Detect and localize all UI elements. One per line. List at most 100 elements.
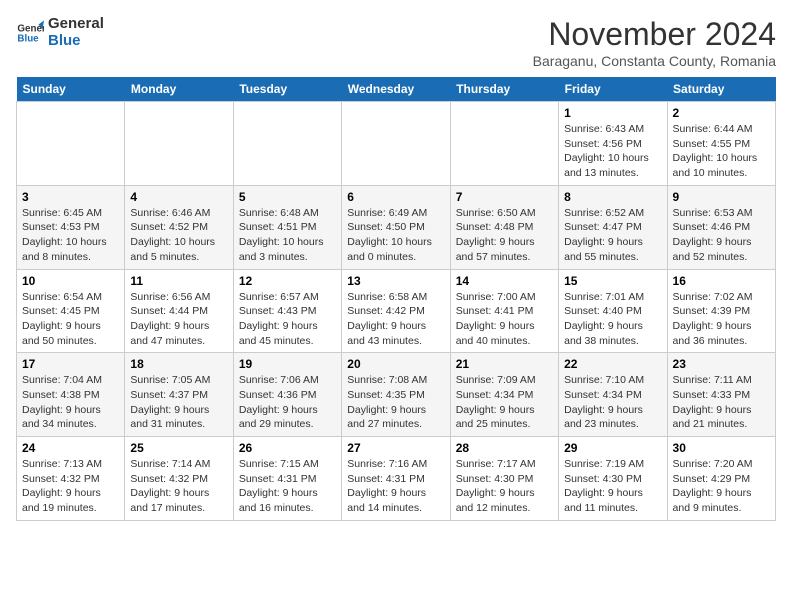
day-number: 22 — [564, 357, 661, 371]
day-number: 27 — [347, 441, 444, 455]
day-info: Sunrise: 7:04 AM Sunset: 4:38 PM Dayligh… — [22, 373, 119, 432]
week-row-2: 3 Sunrise: 6:45 AM Sunset: 4:53 PM Daylig… — [17, 185, 776, 269]
day-cell — [17, 102, 125, 186]
day-cell: 16Sunrise: 7:02 AM Sunset: 4:39 PM Dayli… — [667, 269, 775, 353]
day-cell: 7 Sunrise: 6:50 AM Sunset: 4:48 PM Daylig… — [450, 185, 558, 269]
day-info: Sunrise: 7:16 AM Sunset: 4:31 PM Dayligh… — [347, 457, 444, 516]
day-number: 6 — [347, 190, 444, 204]
day-number: 7 — [456, 190, 553, 204]
col-header-thursday: Thursday — [450, 77, 558, 102]
day-cell: 4 Sunrise: 6:46 AM Sunset: 4:52 PM Daylig… — [125, 185, 233, 269]
logo-line1: General — [48, 16, 104, 33]
week-row-5: 24Sunrise: 7:13 AM Sunset: 4:32 PM Dayli… — [17, 437, 776, 521]
day-info: Sunrise: 6:49 AM Sunset: 4:50 PM Dayligh… — [347, 206, 444, 265]
day-info: Sunrise: 7:02 AM Sunset: 4:39 PM Dayligh… — [673, 290, 770, 349]
day-info: Sunrise: 6:52 AM Sunset: 4:47 PM Dayligh… — [564, 206, 661, 265]
day-cell: 23 Sunrise: 7:11 AM Sunset: 4:33 PM Dayli… — [667, 353, 775, 437]
day-info: Sunrise: 6:56 AM Sunset: 4:44 PM Dayligh… — [130, 290, 227, 349]
col-header-sunday: Sunday — [17, 77, 125, 102]
title-block: November 2024 Baraganu, Constanta County… — [533, 16, 776, 69]
col-header-saturday: Saturday — [667, 77, 775, 102]
day-info: Sunrise: 7:17 AM Sunset: 4:30 PM Dayligh… — [456, 457, 553, 516]
day-number: 23 — [673, 357, 770, 371]
day-number: 11 — [130, 274, 227, 288]
col-header-monday: Monday — [125, 77, 233, 102]
day-info: Sunrise: 6:45 AM Sunset: 4:53 PM Dayligh… — [22, 206, 119, 265]
day-number: 18 — [130, 357, 227, 371]
day-cell: 14Sunrise: 7:00 AM Sunset: 4:41 PM Dayli… — [450, 269, 558, 353]
day-number: 24 — [22, 441, 119, 455]
day-cell: 19 Sunrise: 7:06 AM Sunset: 4:36 PM Dayli… — [233, 353, 341, 437]
day-number: 30 — [673, 441, 770, 455]
day-cell: 30 Sunrise: 7:20 AM Sunset: 4:29 PM Dayli… — [667, 437, 775, 521]
day-cell: 21 Sunrise: 7:09 AM Sunset: 4:34 PM Dayli… — [450, 353, 558, 437]
day-cell: 24Sunrise: 7:13 AM Sunset: 4:32 PM Dayli… — [17, 437, 125, 521]
day-info: Sunrise: 7:08 AM Sunset: 4:35 PM Dayligh… — [347, 373, 444, 432]
day-info: Sunrise: 7:00 AM Sunset: 4:41 PM Dayligh… — [456, 290, 553, 349]
day-info: Sunrise: 6:50 AM Sunset: 4:48 PM Dayligh… — [456, 206, 553, 265]
day-info: Sunrise: 6:53 AM Sunset: 4:46 PM Dayligh… — [673, 206, 770, 265]
day-number: 15 — [564, 274, 661, 288]
svg-text:Blue: Blue — [17, 33, 39, 44]
day-info: Sunrise: 7:20 AM Sunset: 4:29 PM Dayligh… — [673, 457, 770, 516]
day-info: Sunrise: 7:09 AM Sunset: 4:34 PM Dayligh… — [456, 373, 553, 432]
day-info: Sunrise: 7:06 AM Sunset: 4:36 PM Dayligh… — [239, 373, 336, 432]
day-cell: 11 Sunrise: 6:56 AM Sunset: 4:44 PM Dayli… — [125, 269, 233, 353]
day-cell — [342, 102, 450, 186]
day-info: Sunrise: 7:10 AM Sunset: 4:34 PM Dayligh… — [564, 373, 661, 432]
day-cell — [233, 102, 341, 186]
day-info: Sunrise: 7:05 AM Sunset: 4:37 PM Dayligh… — [130, 373, 227, 432]
day-cell: 26 Sunrise: 7:15 AM Sunset: 4:31 PM Dayli… — [233, 437, 341, 521]
day-cell: 28 Sunrise: 7:17 AM Sunset: 4:30 PM Dayli… — [450, 437, 558, 521]
day-info: Sunrise: 6:58 AM Sunset: 4:42 PM Dayligh… — [347, 290, 444, 349]
day-number: 19 — [239, 357, 336, 371]
day-number: 10 — [22, 274, 119, 288]
day-cell: 29Sunrise: 7:19 AM Sunset: 4:30 PM Dayli… — [559, 437, 667, 521]
day-number: 8 — [564, 190, 661, 204]
day-cell: 9 Sunrise: 6:53 AM Sunset: 4:46 PM Daylig… — [667, 185, 775, 269]
day-number: 9 — [673, 190, 770, 204]
logo: General Blue General Blue — [16, 16, 104, 49]
day-cell: 6 Sunrise: 6:49 AM Sunset: 4:50 PM Daylig… — [342, 185, 450, 269]
page-header: General Blue General Blue November 2024 … — [16, 16, 776, 69]
calendar-table: SundayMondayTuesdayWednesdayThursdayFrid… — [16, 77, 776, 521]
location: Baraganu, Constanta County, Romania — [533, 53, 776, 69]
day-cell: 15 Sunrise: 7:01 AM Sunset: 4:40 PM Dayli… — [559, 269, 667, 353]
day-number: 26 — [239, 441, 336, 455]
day-cell: 25Sunrise: 7:14 AM Sunset: 4:32 PM Dayli… — [125, 437, 233, 521]
week-row-3: 10 Sunrise: 6:54 AM Sunset: 4:45 PM Dayli… — [17, 269, 776, 353]
day-cell: 10 Sunrise: 6:54 AM Sunset: 4:45 PM Dayli… — [17, 269, 125, 353]
col-header-tuesday: Tuesday — [233, 77, 341, 102]
day-number: 28 — [456, 441, 553, 455]
day-info: Sunrise: 7:11 AM Sunset: 4:33 PM Dayligh… — [673, 373, 770, 432]
day-number: 2 — [673, 106, 770, 120]
day-number: 4 — [130, 190, 227, 204]
day-cell — [125, 102, 233, 186]
day-cell: 12Sunrise: 6:57 AM Sunset: 4:43 PM Dayli… — [233, 269, 341, 353]
col-header-friday: Friday — [559, 77, 667, 102]
day-number: 17 — [22, 357, 119, 371]
day-number: 3 — [22, 190, 119, 204]
day-cell: 1Sunrise: 6:43 AM Sunset: 4:56 PM Daylig… — [559, 102, 667, 186]
day-cell: 17 Sunrise: 7:04 AM Sunset: 4:38 PM Dayli… — [17, 353, 125, 437]
header-row: SundayMondayTuesdayWednesdayThursdayFrid… — [17, 77, 776, 102]
day-cell — [450, 102, 558, 186]
logo-line2: Blue — [48, 33, 104, 50]
day-info: Sunrise: 6:57 AM Sunset: 4:43 PM Dayligh… — [239, 290, 336, 349]
day-number: 5 — [239, 190, 336, 204]
day-info: Sunrise: 7:19 AM Sunset: 4:30 PM Dayligh… — [564, 457, 661, 516]
day-info: Sunrise: 7:01 AM Sunset: 4:40 PM Dayligh… — [564, 290, 661, 349]
day-info: Sunrise: 7:15 AM Sunset: 4:31 PM Dayligh… — [239, 457, 336, 516]
day-cell: 13Sunrise: 6:58 AM Sunset: 4:42 PM Dayli… — [342, 269, 450, 353]
day-number: 20 — [347, 357, 444, 371]
day-info: Sunrise: 6:46 AM Sunset: 4:52 PM Dayligh… — [130, 206, 227, 265]
day-info: Sunrise: 6:54 AM Sunset: 4:45 PM Dayligh… — [22, 290, 119, 349]
day-cell: 2Sunrise: 6:44 AM Sunset: 4:55 PM Daylig… — [667, 102, 775, 186]
day-number: 21 — [456, 357, 553, 371]
week-row-1: 1Sunrise: 6:43 AM Sunset: 4:56 PM Daylig… — [17, 102, 776, 186]
day-cell: 5Sunrise: 6:48 AM Sunset: 4:51 PM Daylig… — [233, 185, 341, 269]
day-cell: 27 Sunrise: 7:16 AM Sunset: 4:31 PM Dayli… — [342, 437, 450, 521]
week-row-4: 17 Sunrise: 7:04 AM Sunset: 4:38 PM Dayli… — [17, 353, 776, 437]
day-number: 25 — [130, 441, 227, 455]
day-cell: 22 Sunrise: 7:10 AM Sunset: 4:34 PM Dayli… — [559, 353, 667, 437]
